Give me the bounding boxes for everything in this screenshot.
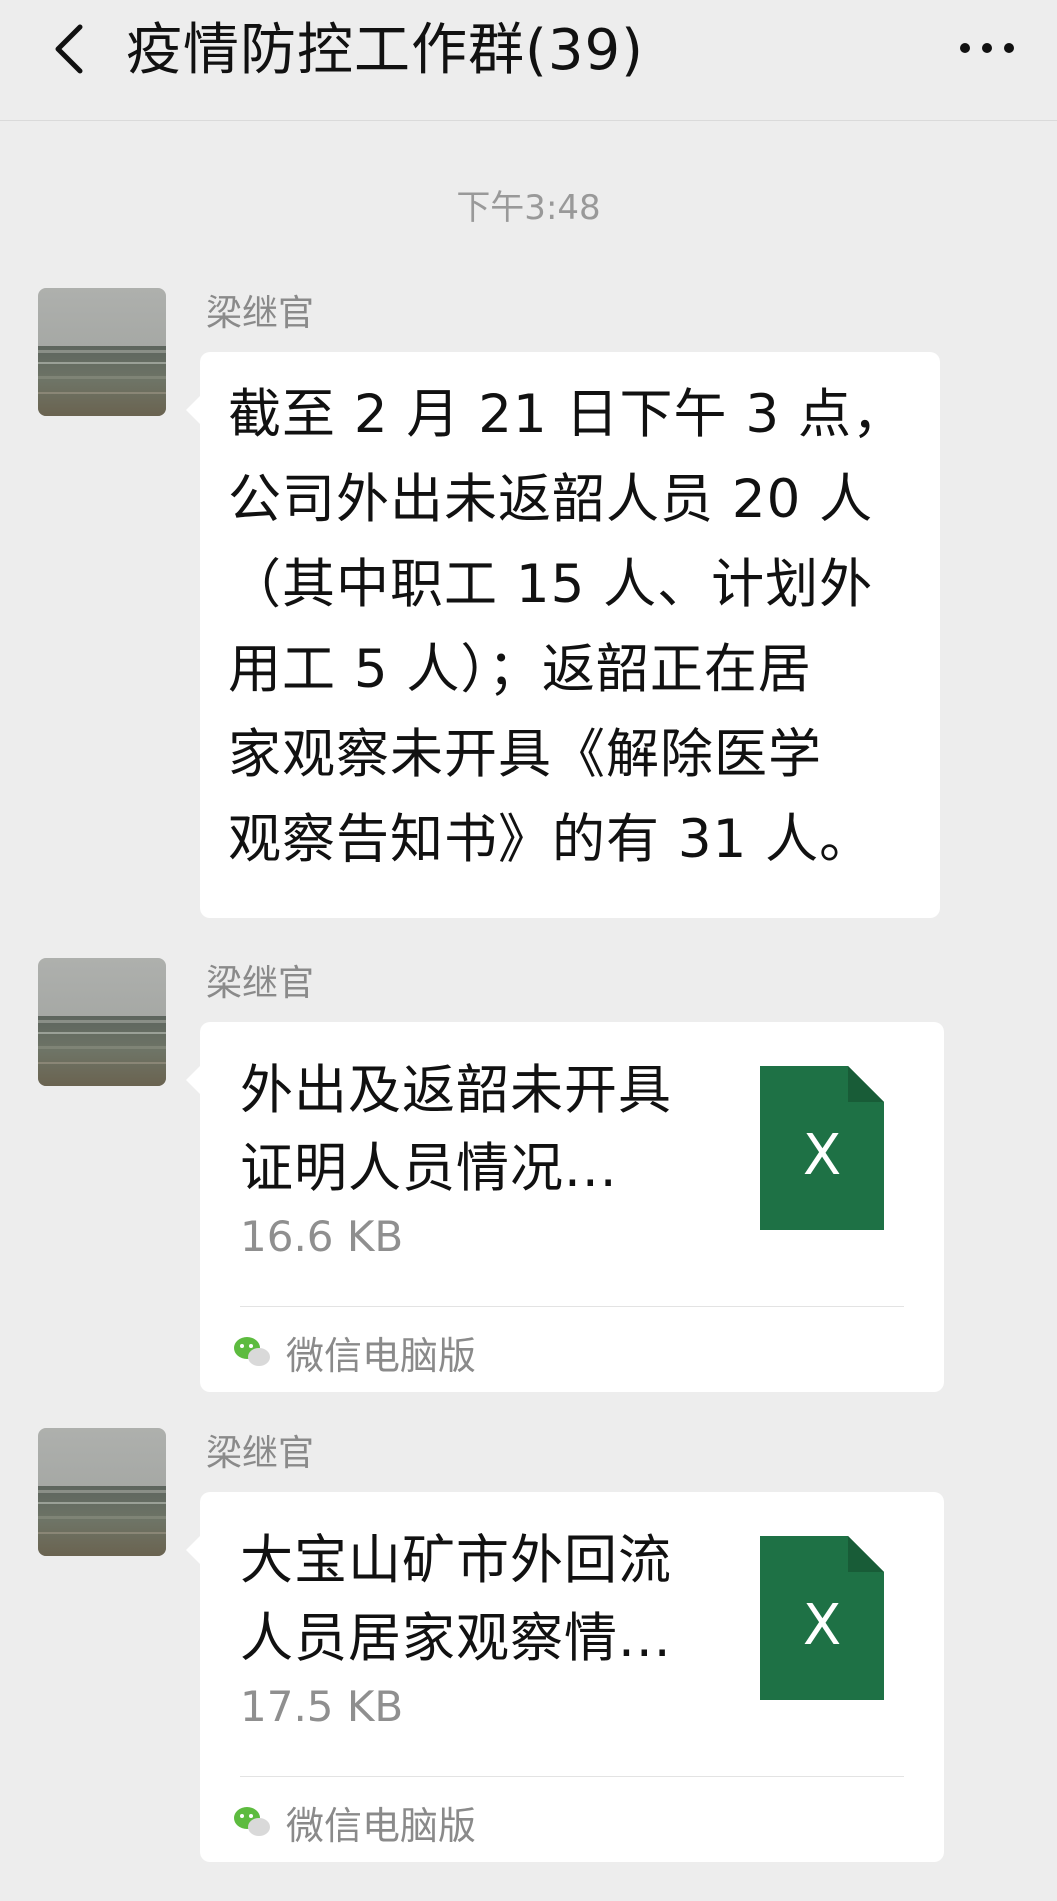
message-text: 截至 2 月 21 日下午 3 点， 公司外出未返韶人员 20 人 （其中职工 … xyxy=(228,384,906,870)
chat-header: 疫情防控工作群(39) xyxy=(0,0,1057,120)
excel-letter: X xyxy=(803,1593,841,1658)
card-divider xyxy=(240,1776,904,1777)
text-message-bubble[interactable]: 截至 2 月 21 日下午 3 点， 公司外出未返韶人员 20 人 （其中职工 … xyxy=(186,352,940,918)
file-name: 大宝山矿市外回流 人员居家观察情... xyxy=(240,1530,672,1669)
file-source: 微信电脑版 xyxy=(232,1792,476,1852)
sender-name: 梁继官 xyxy=(206,1433,315,1474)
source-label: 微信电脑版 xyxy=(286,1803,477,1848)
bubble-tail xyxy=(186,1066,200,1094)
file-size: 17.5 KB xyxy=(240,1682,404,1731)
excel-letter: X xyxy=(803,1123,841,1188)
chat-title: 疫情防控工作群(39) xyxy=(126,18,644,83)
file-message-card[interactable]: 外出及返韶未开具 证明人员情况... 16.6 KB X 微信电脑版 xyxy=(186,1022,944,1392)
wechat-icon xyxy=(232,1802,272,1842)
bubble-tail xyxy=(186,1536,200,1564)
wechat-icon xyxy=(232,1332,272,1372)
file-message-card[interactable]: 大宝山矿市外回流 人员居家观察情... 17.5 KB X 微信电脑版 xyxy=(186,1492,944,1862)
file-source: 微信电脑版 xyxy=(232,1322,476,1382)
bubble-tail xyxy=(186,396,200,424)
sender-avatar[interactable] xyxy=(38,958,166,1086)
sender-avatar[interactable] xyxy=(38,1428,166,1556)
more-button[interactable] xyxy=(947,4,1027,94)
sender-avatar[interactable] xyxy=(38,288,166,416)
card-divider xyxy=(240,1306,904,1307)
excel-file-icon: X xyxy=(760,1536,884,1700)
excel-file-icon: X xyxy=(760,1066,884,1230)
back-button[interactable] xyxy=(28,4,108,94)
header-divider xyxy=(0,120,1057,121)
chevron-left-icon xyxy=(46,19,90,79)
more-horizontal-icon xyxy=(957,40,1017,59)
sender-name: 梁继官 xyxy=(206,963,315,1004)
source-label: 微信电脑版 xyxy=(286,1333,477,1378)
file-size: 16.6 KB xyxy=(240,1212,404,1261)
message-time-stamp: 下午3:48 xyxy=(456,188,601,228)
file-name: 外出及返韶未开具 证明人员情况... xyxy=(240,1060,672,1199)
sender-name: 梁继官 xyxy=(206,293,315,334)
